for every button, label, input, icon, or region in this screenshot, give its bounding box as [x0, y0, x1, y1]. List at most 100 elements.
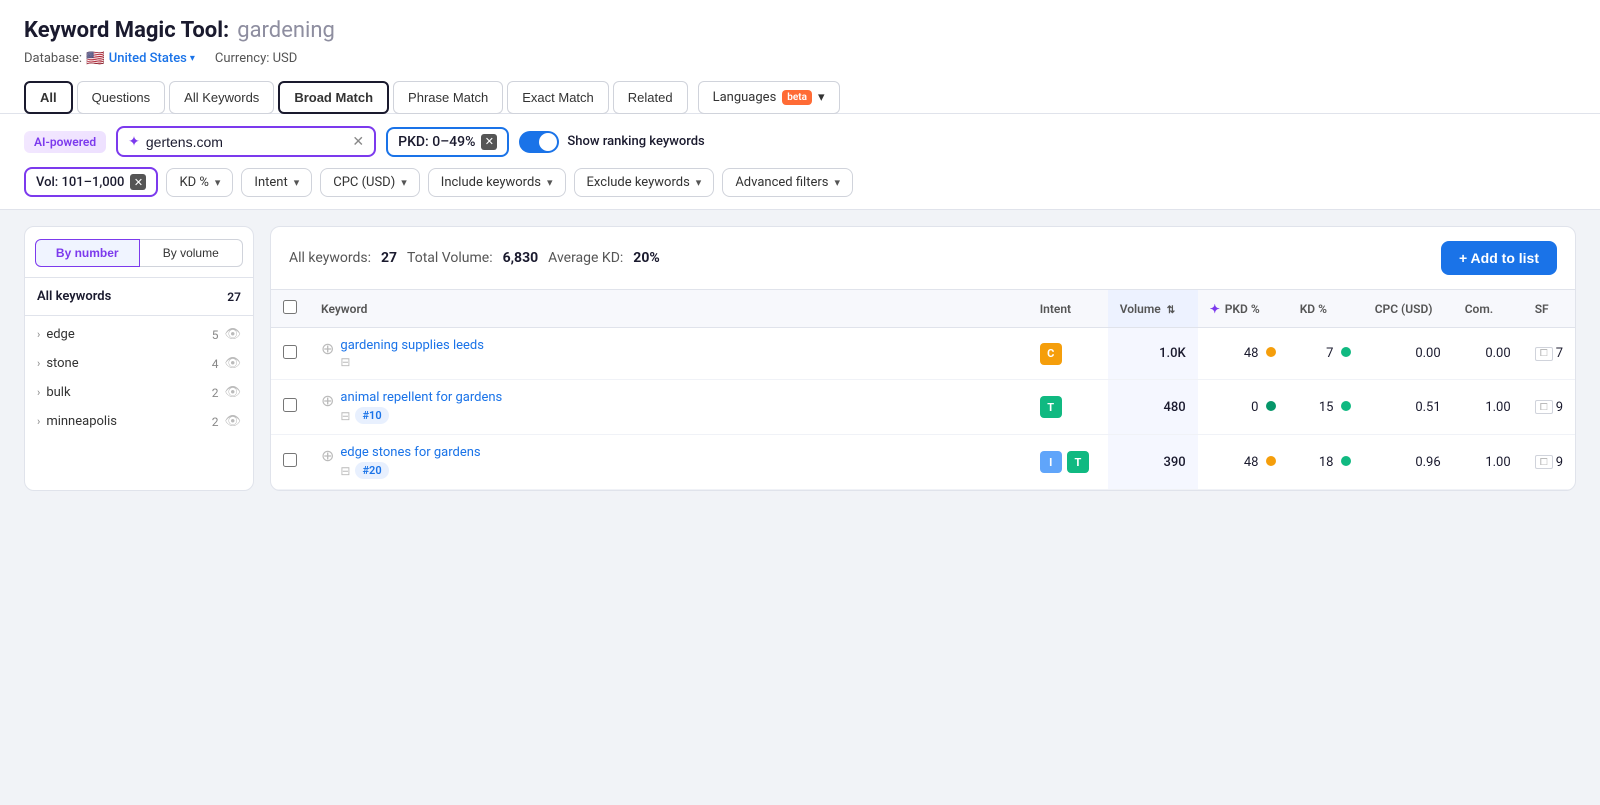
sidebar-eye-stone-icon[interactable]: 👁: [224, 356, 241, 371]
pkd-dot-3: [1266, 456, 1276, 466]
volume-2: 480: [1164, 400, 1186, 415]
sidebar-all-keywords[interactable]: All keywords 27: [25, 282, 253, 311]
pkd-dot-2: [1266, 401, 1276, 411]
tab-all[interactable]: All: [24, 81, 73, 114]
keywords-table: Keyword Intent Volume ⇅ ✦ PKD %: [271, 290, 1575, 490]
sidebar-label-edge: edge: [46, 327, 205, 342]
save-keyword-2-icon[interactable]: ⊟: [340, 409, 350, 423]
serp-icon-3[interactable]: ⧠: [1535, 455, 1553, 469]
row-3-checkbox[interactable]: [283, 453, 297, 467]
kd-dot-1: [1341, 347, 1351, 357]
pkd-clear-button[interactable]: ✕: [481, 134, 497, 150]
sidebar-label-bulk: bulk: [46, 385, 205, 400]
keyword-cell-2: ⊕ animal repellent for gardens ⊟ #10: [321, 390, 1016, 424]
include-chevron-icon: ▾: [547, 176, 553, 189]
table-row: ⊕ animal repellent for gardens ⊟ #10: [271, 380, 1575, 435]
avg-kd-label: Average KD:: [548, 250, 623, 266]
tab-questions[interactable]: Questions: [77, 81, 166, 114]
tab-broad-match[interactable]: Broad Match: [278, 81, 389, 114]
sidebar-item-stone[interactable]: › stone 4 👁: [25, 349, 253, 378]
sidebar-eye-edge-icon[interactable]: 👁: [224, 327, 241, 342]
save-keyword-3-icon[interactable]: ⊟: [340, 464, 350, 478]
domain-input-wrap[interactable]: ✦ ✕: [116, 126, 376, 157]
sf-value-2: 9: [1556, 400, 1563, 415]
sidebar-divider: [25, 277, 253, 278]
serp-icon-1[interactable]: ⧠: [1535, 347, 1553, 361]
pkd-filter[interactable]: PKD: 0–49% ✕: [386, 127, 509, 157]
sort-by-volume-button[interactable]: By volume: [140, 239, 244, 267]
exclude-keywords-dropdown[interactable]: Exclude keywords ▾: [574, 168, 715, 197]
save-keyword-1-icon[interactable]: ⊟: [340, 355, 350, 369]
keyword-cell-3: ⊕ edge stones for gardens ⊟ #20: [321, 445, 1016, 479]
advanced-filters-dropdown[interactable]: Advanced filters ▾: [722, 168, 853, 197]
toggle-knob: [539, 133, 557, 151]
keyword-cell-1: ⊕ gardening supplies leeds ⊟: [321, 338, 1016, 369]
select-all-checkbox[interactable]: [283, 300, 297, 314]
database-link[interactable]: United States ▾: [109, 51, 195, 66]
page-title-black: Keyword Magic Tool:: [24, 18, 229, 43]
col-volume-header: Volume: [1120, 302, 1161, 316]
keyword-link-2[interactable]: animal repellent for gardens: [340, 390, 502, 405]
serp-icon-2[interactable]: ⧠: [1535, 400, 1553, 414]
tab-languages[interactable]: Languages beta ▾: [698, 81, 840, 114]
sf-cell-3: ⧠ 9: [1535, 455, 1563, 470]
add-to-list-button[interactable]: + Add to list: [1441, 241, 1557, 275]
beta-badge: beta: [782, 90, 812, 105]
row-1-checkbox[interactable]: [283, 345, 297, 359]
vol-clear-button[interactable]: ✕: [130, 174, 146, 190]
sidebar-item-edge[interactable]: › edge 5 👁: [25, 320, 253, 349]
add-keyword-3-icon[interactable]: ⊕: [321, 446, 334, 465]
sf-value-1: 7: [1556, 346, 1563, 361]
table-row: ⊕ edge stones for gardens ⊟ #20: [271, 435, 1575, 490]
show-ranking-toggle[interactable]: [519, 131, 559, 153]
tab-all-keywords[interactable]: All Keywords: [169, 81, 274, 114]
table-stats: All keywords: 27 Total Volume: 6,830 Ave…: [289, 250, 1437, 266]
ai-powered-badge: AI-powered: [24, 131, 106, 153]
sidebar-eye-minneapolis-icon[interactable]: 👁: [224, 414, 241, 429]
kd-value-1: 7: [1326, 346, 1333, 361]
tab-exact-match[interactable]: Exact Match: [507, 81, 609, 114]
advanced-label: Advanced filters: [735, 175, 828, 190]
col-sf-header: SF: [1535, 302, 1549, 316]
sidebar-count-stone: 4: [212, 357, 219, 371]
sf-value-3: 9: [1556, 455, 1563, 470]
sidebar-item-minneapolis[interactable]: › minneapolis 2 👁: [25, 407, 253, 436]
sidebar-eye-bulk-icon[interactable]: 👁: [224, 385, 241, 400]
col-intent-header: Intent: [1040, 302, 1071, 316]
include-keywords-dropdown[interactable]: Include keywords ▾: [428, 168, 566, 197]
keyword-link-3[interactable]: edge stones for gardens: [340, 445, 480, 460]
col-com-header: Com.: [1465, 302, 1493, 316]
currency-label: Currency: USD: [215, 51, 297, 66]
total-volume-label: Total Volume:: [407, 250, 493, 266]
languages-chevron-icon: ▾: [818, 90, 825, 105]
all-keywords-stat-label: All keywords:: [289, 250, 371, 266]
vol-filter-chip[interactable]: Vol: 101–1,000 ✕: [24, 167, 158, 197]
sidebar-count-edge: 5: [212, 328, 219, 342]
add-keyword-1-icon[interactable]: ⊕: [321, 339, 334, 358]
cpc-dropdown[interactable]: CPC (USD) ▾: [320, 168, 420, 197]
volume-sort-icon: ⇅: [1167, 305, 1175, 316]
row-2-checkbox[interactable]: [283, 398, 297, 412]
domain-input[interactable]: [146, 134, 347, 150]
sparkle-icon: ✦: [128, 134, 140, 150]
tab-related[interactable]: Related: [613, 81, 688, 114]
cpc-chevron-icon: ▾: [401, 176, 407, 189]
intent-dropdown[interactable]: Intent ▾: [241, 168, 312, 197]
pkd-value-1: 48: [1244, 346, 1259, 361]
show-ranking-toggle-wrap: Show ranking keywords: [519, 131, 704, 153]
col-keyword-header: Keyword: [321, 302, 367, 316]
sidebar-label-stone: stone: [46, 356, 205, 371]
keyword-link-1[interactable]: gardening supplies leeds: [340, 338, 484, 353]
intent-badge-1: C: [1040, 343, 1062, 365]
intent-badge-3-i: I: [1040, 451, 1062, 473]
com-value-1: 0.00: [1485, 346, 1510, 361]
kd-dropdown[interactable]: KD % ▾: [166, 168, 233, 197]
tabs-row: All Questions All Keywords Broad Match P…: [24, 81, 1576, 114]
volume-3: 390: [1164, 455, 1186, 470]
add-keyword-2-icon[interactable]: ⊕: [321, 391, 334, 410]
tab-phrase-match[interactable]: Phrase Match: [393, 81, 503, 114]
domain-clear-button[interactable]: ✕: [352, 133, 364, 150]
sidebar-item-bulk[interactable]: › bulk 2 👁: [25, 378, 253, 407]
pkd-label: PKD: 0–49%: [398, 134, 475, 150]
sort-by-number-button[interactable]: By number: [35, 239, 140, 267]
